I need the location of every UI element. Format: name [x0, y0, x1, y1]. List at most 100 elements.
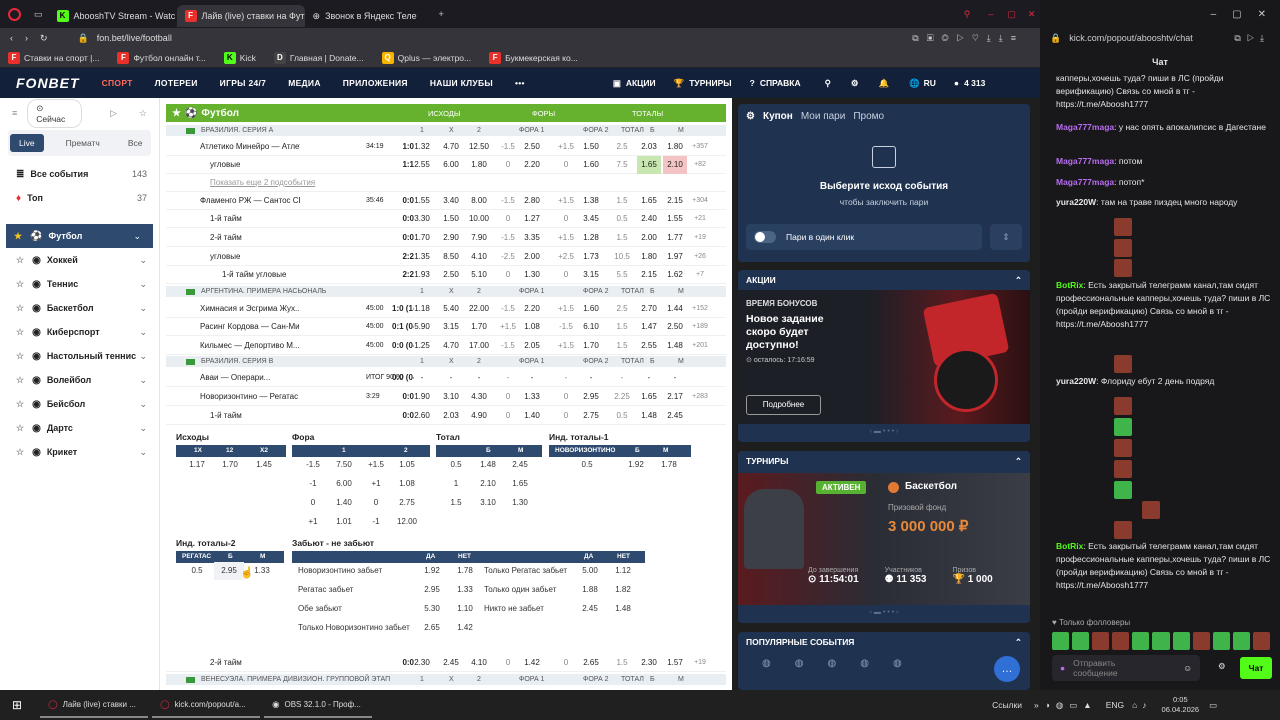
star-icon[interactable]: ★: [172, 108, 181, 119]
odds-cell[interactable]: 3.10: [439, 388, 463, 406]
odds-cell[interactable]: 1.48: [663, 337, 687, 355]
gamepad-icon[interactable]: ◍: [893, 658, 902, 669]
odds-cell[interactable]: 1.97: [663, 248, 687, 266]
event-row[interactable]: 2-й тайм 0:0 2.30 2.45 4.10 0 1.42 0 2.65 1.5 2.30…: [166, 654, 726, 672]
odds-cell[interactable]: 2.60: [410, 407, 434, 425]
odds-cell[interactable]: 1.80: [637, 248, 661, 266]
sidebar-item-basketball[interactable]: ☆ ◉ Баскетбол ⌄: [0, 296, 159, 320]
chat-username[interactable]: yura220W: [1056, 376, 1096, 386]
browser-actions-icons[interactable]: ⧉▷⤓: [1234, 33, 1270, 44]
odds-cell[interactable]: 1.32: [410, 138, 434, 156]
odds-cell[interactable]: 1.65: [637, 156, 661, 174]
odds-cell[interactable]: -1.5: [496, 192, 520, 210]
odds-cell[interactable]: 2.5: [610, 138, 634, 156]
odds-cell[interactable]: 1.5: [610, 337, 634, 355]
odds-cell[interactable]: +2.5: [554, 248, 578, 266]
odds-cell[interactable]: 7.90: [467, 229, 491, 247]
odds-cell[interactable]: +1.5: [554, 300, 578, 318]
odds-cell[interactable]: +1.5: [554, 192, 578, 210]
nav-apps[interactable]: ПРИЛОЖЕНИЯ: [343, 78, 408, 88]
odds-cell[interactable]: -: [637, 369, 661, 387]
league-header[interactable]: БРАЗИЛИЯ. СЕРИЯ В 1 X 2 ФОРА 1 ФОРА 2 ТОТАЛ Б М: [166, 356, 726, 367]
odds-cell[interactable]: 2.40: [637, 210, 661, 228]
odds-cell[interactable]: 0: [554, 266, 578, 284]
emote-icon[interactable]: [1172, 632, 1190, 650]
odds-cell[interactable]: 1.90: [410, 388, 434, 406]
star-icon[interactable]: ☆: [16, 303, 24, 314]
emote-icon[interactable]: [1212, 632, 1230, 650]
odds-cell[interactable]: 2.10: [473, 475, 503, 493]
odds-cell[interactable]: 6.10: [579, 318, 603, 336]
odds-cell[interactable]: 1.80: [663, 138, 687, 156]
sidebar-item-esports[interactable]: ☆ ◉ Киберспорт ⌄: [0, 320, 159, 344]
promo-details-button[interactable]: Подробнее: [746, 395, 821, 415]
event-name[interactable]: Новоризонтино — Регатас: [200, 388, 300, 406]
bookmark-item[interactable]: Q Qplus — электро...: [381, 51, 471, 64]
basketball-icon[interactable]: ◍: [860, 658, 869, 669]
emote-icon[interactable]: [1232, 632, 1250, 650]
sidebar-item-top[interactable]: ♦ Топ 37: [0, 186, 159, 210]
odds-cell[interactable]: [608, 619, 638, 637]
odds-cell[interactable]: 1.50: [579, 138, 603, 156]
odds-cell[interactable]: 12.00: [392, 513, 422, 531]
odds-cell[interactable]: 1.78: [450, 562, 480, 580]
event-name[interactable]: Показать еще 2 подсобытия: [210, 174, 360, 192]
bookmark-item[interactable]: D Главная | Donate...: [273, 51, 364, 64]
more-markets-count[interactable]: [688, 369, 712, 387]
emote-bar[interactable]: [1052, 632, 1271, 650]
odds-cell[interactable]: 2.03: [637, 138, 661, 156]
odds-cell[interactable]: -: [663, 369, 687, 387]
odds-cell[interactable]: 1.48: [608, 600, 638, 618]
clock[interactable]: 0:05 06.04.2026: [1162, 695, 1200, 715]
sidebar-item-all-events[interactable]: ≣ Все события 143: [0, 162, 159, 186]
sidebar-item-football[interactable]: ★ ⚽ Футбол ⌄: [6, 224, 153, 248]
odds-cell[interactable]: 1.65: [637, 192, 661, 210]
handicap-value[interactable]: 0: [361, 494, 391, 512]
event-name[interactable]: угловые: [210, 156, 360, 174]
odds-cell[interactable]: 1.45: [249, 456, 279, 474]
odds-cell[interactable]: [610, 174, 634, 192]
more-markets-count[interactable]: +21: [688, 210, 712, 228]
odds-cell[interactable]: 5.90: [410, 318, 434, 336]
tab-aboosh[interactable]: K AbooshTV Stream - Watc: [49, 5, 177, 27]
odds-cell[interactable]: 6.00: [439, 156, 463, 174]
sidebar-item-darts[interactable]: ☆ ◉ Дартс ⌄: [0, 416, 159, 440]
odds-cell[interactable]: 10.5: [610, 248, 634, 266]
star-icon[interactable]: ☆: [16, 255, 24, 266]
odds-cell[interactable]: 2.95: [417, 581, 447, 599]
event-name[interactable]: Расинг Кордова — Сан-Ми...: [200, 318, 300, 336]
event-row[interactable]: угловые 1:1 2.55 6.00 1.80 0 2.20 0 1.60 7.5 1.65 2…: [166, 156, 726, 174]
odds-cell[interactable]: 1.40: [520, 407, 544, 425]
odds-cell[interactable]: -2.5: [496, 248, 520, 266]
handicap-value[interactable]: -1.5: [298, 456, 328, 474]
odds-cell[interactable]: 1.70: [467, 318, 491, 336]
fonbet-logo[interactable]: FONBET: [16, 75, 80, 91]
event-name[interactable]: 1-й тайм угловые: [222, 266, 372, 284]
odds-cell[interactable]: [520, 174, 544, 192]
more-markets-count[interactable]: +189: [688, 318, 712, 336]
odds-cell[interactable]: 1.60: [579, 300, 603, 318]
odds-cell[interactable]: 1.77: [663, 229, 687, 247]
taskbar-item-obs[interactable]: ◉ OBS 32.1.0 - Проф...: [264, 692, 373, 718]
odds-cell[interactable]: 4.30: [467, 388, 491, 406]
event-name[interactable]: Кильмес — Депортиво М...: [200, 337, 300, 355]
odds-cell[interactable]: 2.05: [520, 337, 544, 355]
bookmark-item[interactable]: F Ставки на спорт |...: [8, 51, 99, 64]
odds-cell[interactable]: 2.5: [610, 300, 634, 318]
football-icon[interactable]: ◍: [762, 658, 771, 669]
odds-cell[interactable]: 1.47: [637, 318, 661, 336]
odds-cell[interactable]: [579, 174, 603, 192]
odds-cell[interactable]: 1.30: [505, 494, 535, 512]
odds-cell[interactable]: 10.00: [467, 210, 491, 228]
event-row[interactable]: 1-й тайм 0:0 2.60 2.03 4.90 0 1.40 0 2.75 0.5 1.48…: [166, 407, 726, 425]
odds-cell[interactable]: 0: [554, 210, 578, 228]
event-name[interactable]: Фламенго РЖ — Сантос СП: [200, 192, 300, 210]
more-markets-count[interactable]: +19: [688, 654, 712, 672]
sidebar-item-volleyball[interactable]: ☆ ◉ Волейбол ⌄: [0, 368, 159, 392]
odds-cell[interactable]: -: [496, 369, 520, 387]
event-row[interactable]: 1-й тайм 0:0 3.30 1.50 10.00 0 1.27 0 3.45 0.5 2.4…: [166, 210, 726, 228]
chat-username[interactable]: BotRix: [1056, 280, 1083, 290]
hockey-icon[interactable]: ◍: [795, 658, 804, 669]
event-row[interactable]: 1-й тайм угловые 2:2 1.93 2.50 5.10 0 1.30 0 3.1…: [166, 266, 726, 284]
video-icon[interactable]: ▷: [110, 108, 117, 119]
